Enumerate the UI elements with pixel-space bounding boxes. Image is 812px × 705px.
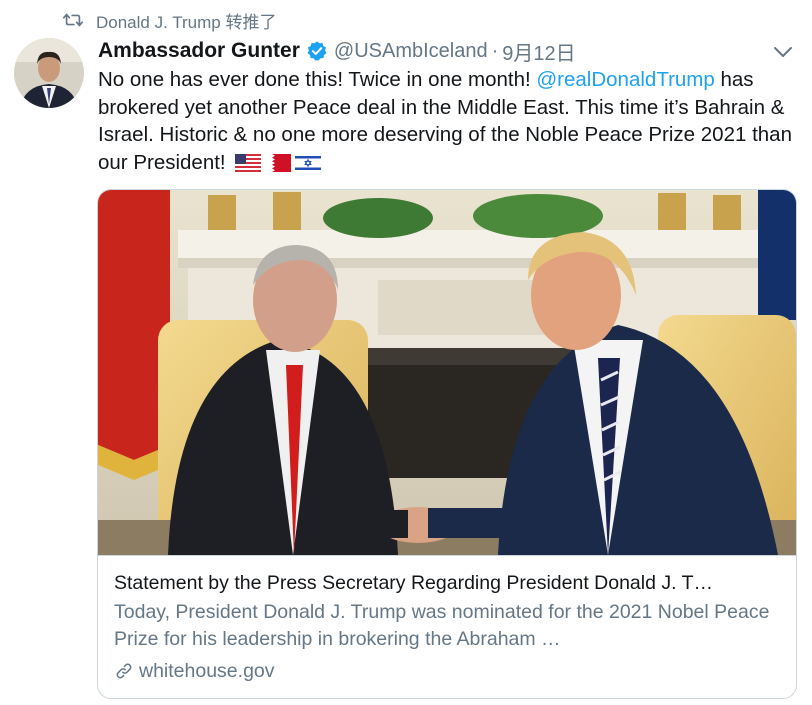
verified-badge-icon: [307, 41, 327, 61]
card-title[interactable]: Statement by the Press Secretary Regardi…: [114, 570, 780, 596]
retweet-icon: [63, 13, 83, 27]
mention-link[interactable]: @realDonaldTrump: [536, 68, 714, 91]
link-card[interactable]: Statement by the Press Secretary Regardi…: [97, 189, 797, 699]
tweet-text: No one has ever done this! Twice in one …: [98, 66, 798, 176]
retweet-indicator[interactable]: Donald J. Trump 转推了: [62, 8, 276, 32]
author-handle[interactable]: @USAmbIceland: [334, 40, 488, 63]
tweet-date[interactable]: 9月12日: [502, 37, 575, 66]
card-domain-text[interactable]: whitehouse.gov: [139, 659, 275, 683]
avatar[interactable]: [14, 38, 84, 108]
retweeted-by-text[interactable]: Donald J. Trump 转推了: [96, 8, 276, 33]
card-body[interactable]: Statement by the Press Secretary Regardi…: [98, 555, 796, 698]
card-image[interactable]: [98, 190, 796, 555]
israel-flag-icon: [295, 153, 322, 172]
separator-dot: ·: [491, 39, 499, 62]
tweet-header: Ambassador Gunter @USAmbIceland · 9月12日: [98, 36, 792, 66]
card-description: Today, President Donald J. Trump was nom…: [114, 601, 770, 650]
link-icon: [116, 663, 132, 679]
author-name[interactable]: Ambassador Gunter: [98, 39, 300, 63]
chevron-down-icon[interactable]: [772, 44, 794, 60]
bahrain-flag-icon: [265, 153, 292, 172]
card-domain[interactable]: whitehouse.gov: [114, 659, 780, 683]
us-flag-icon: [235, 153, 262, 172]
tweet-text-part1: No one has ever done this! Twice in one …: [98, 68, 537, 91]
